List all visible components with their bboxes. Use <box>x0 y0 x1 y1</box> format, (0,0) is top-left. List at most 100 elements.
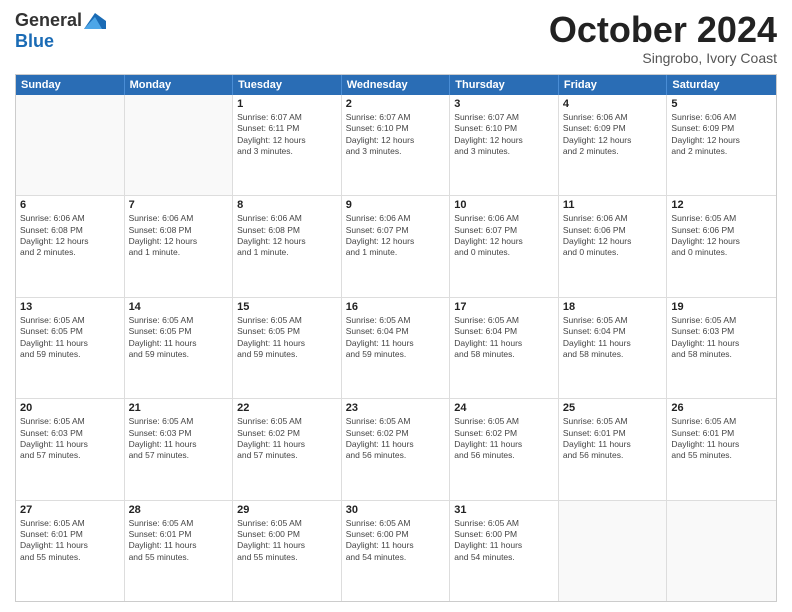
calendar-cell: 12Sunrise: 6:05 AM Sunset: 6:06 PM Dayli… <box>667 196 776 296</box>
weekday-header: Sunday <box>16 75 125 95</box>
calendar-cell: 3 Sunrise: 6:07 AM Sunset: 6:10 PM Daylig… <box>450 95 559 195</box>
day-info: Sunrise: 6:05 AM Sunset: 6:01 PM Dayligh… <box>563 416 663 462</box>
weekday-header: Thursday <box>450 75 559 95</box>
day-number: 7 <box>129 199 229 211</box>
day-info: Sunrise: 6:05 AM Sunset: 6:03 PM Dayligh… <box>671 315 772 361</box>
day-info: Sunrise: 6:07 AM Sunset: 6:10 PM Dayligh… <box>454 112 554 158</box>
calendar-cell: 14 Sunrise: 6:05 AM Sunset: 6:05 PM Dayli… <box>125 298 234 398</box>
day-number: 17 <box>454 301 554 313</box>
calendar-cell: 20 Sunrise: 6:05 AM Sunset: 6:03 PM Dayli… <box>16 399 125 499</box>
day-info: Sunrise: 6:05 AM Sunset: 6:06 PM Dayligh… <box>671 213 772 259</box>
calendar-body: 1 Sunrise: 6:07 AM Sunset: 6:11 PM Daylig… <box>16 95 776 601</box>
day-number: 24 <box>454 402 554 414</box>
calendar-cell: 16Sunrise: 6:05 AM Sunset: 6:04 PM Dayli… <box>342 298 451 398</box>
day-info: Sunrise: 6:05 AM Sunset: 6:00 PM Dayligh… <box>346 518 446 564</box>
calendar-cell: 5 Sunrise: 6:06 AM Sunset: 6:09 PM Daylig… <box>667 95 776 195</box>
month-title: October 2024 <box>549 10 777 50</box>
day-info: Sunrise: 6:07 AM Sunset: 6:11 PM Dayligh… <box>237 112 337 158</box>
day-info: Sunrise: 6:05 AM Sunset: 6:01 PM Dayligh… <box>129 518 229 564</box>
calendar-cell: 9 Sunrise: 6:06 AM Sunset: 6:07 PM Daylig… <box>342 196 451 296</box>
day-info: Sunrise: 6:06 AM Sunset: 6:08 PM Dayligh… <box>129 213 229 259</box>
day-number: 3 <box>454 98 554 110</box>
calendar-cell: 27Sunrise: 6:05 AM Sunset: 6:01 PM Dayli… <box>16 501 125 601</box>
day-number: 6 <box>20 199 120 211</box>
day-number: 5 <box>671 98 772 110</box>
calendar-cell: 26 Sunrise: 6:05 AM Sunset: 6:01 PM Dayli… <box>667 399 776 499</box>
day-number: 21 <box>129 402 229 414</box>
day-number: 14 <box>129 301 229 313</box>
day-number: 15 <box>237 301 337 313</box>
day-number: 26 <box>671 402 772 414</box>
day-info: Sunrise: 6:06 AM Sunset: 6:09 PM Dayligh… <box>563 112 663 158</box>
day-number: 13 <box>20 301 120 313</box>
day-info: Sunrise: 6:05 AM Sunset: 6:01 PM Dayligh… <box>20 518 120 564</box>
calendar-cell: 19 Sunrise: 6:05 AM Sunset: 6:03 PM Dayli… <box>667 298 776 398</box>
day-info: Sunrise: 6:05 AM Sunset: 6:04 PM Dayligh… <box>346 315 446 361</box>
calendar-cell: 30Sunrise: 6:05 AM Sunset: 6:00 PM Dayli… <box>342 501 451 601</box>
calendar-cell-empty <box>559 501 668 601</box>
calendar-cell: 8 Sunrise: 6:06 AM Sunset: 6:08 PM Daylig… <box>233 196 342 296</box>
logo-general: General <box>15 10 82 31</box>
header: General Blue October 2024 Singrobo, Ivor… <box>15 10 777 66</box>
title-section: October 2024 Singrobo, Ivory Coast <box>549 10 777 66</box>
calendar-cell: 7 Sunrise: 6:06 AM Sunset: 6:08 PM Daylig… <box>125 196 234 296</box>
calendar-cell: 13 Sunrise: 6:05 AM Sunset: 6:05 PM Dayli… <box>16 298 125 398</box>
day-info: Sunrise: 6:05 AM Sunset: 6:00 PM Dayligh… <box>454 518 554 564</box>
calendar-cell: 22Sunrise: 6:05 AM Sunset: 6:02 PM Dayli… <box>233 399 342 499</box>
day-info: Sunrise: 6:06 AM Sunset: 6:09 PM Dayligh… <box>671 112 772 158</box>
day-info: Sunrise: 6:06 AM Sunset: 6:07 PM Dayligh… <box>454 213 554 259</box>
calendar-header: SundayMondayTuesdayWednesdayThursdayFrid… <box>16 75 776 95</box>
calendar-cell: 31 Sunrise: 6:05 AM Sunset: 6:00 PM Dayli… <box>450 501 559 601</box>
day-info: Sunrise: 6:06 AM Sunset: 6:06 PM Dayligh… <box>563 213 663 259</box>
day-info: Sunrise: 6:05 AM Sunset: 6:04 PM Dayligh… <box>563 315 663 361</box>
day-number: 9 <box>346 199 446 211</box>
logo: General Blue <box>15 10 106 52</box>
day-number: 28 <box>129 504 229 516</box>
location: Singrobo, Ivory Coast <box>549 50 777 66</box>
calendar-cell: 21Sunrise: 6:05 AM Sunset: 6:03 PM Dayli… <box>125 399 234 499</box>
calendar-cell: 23 Sunrise: 6:05 AM Sunset: 6:02 PM Dayli… <box>342 399 451 499</box>
calendar-cell: 17 Sunrise: 6:05 AM Sunset: 6:04 PM Dayli… <box>450 298 559 398</box>
day-number: 19 <box>671 301 772 313</box>
day-info: Sunrise: 6:06 AM Sunset: 6:08 PM Dayligh… <box>237 213 337 259</box>
calendar-week-row: 1 Sunrise: 6:07 AM Sunset: 6:11 PM Daylig… <box>16 95 776 196</box>
day-number: 11 <box>563 199 663 211</box>
calendar-week-row: 20 Sunrise: 6:05 AM Sunset: 6:03 PM Dayli… <box>16 399 776 500</box>
day-number: 31 <box>454 504 554 516</box>
calendar-cell: 18 Sunrise: 6:05 AM Sunset: 6:04 PM Dayli… <box>559 298 668 398</box>
day-number: 29 <box>237 504 337 516</box>
day-info: Sunrise: 6:05 AM Sunset: 6:02 PM Dayligh… <box>346 416 446 462</box>
day-info: Sunrise: 6:05 AM Sunset: 6:05 PM Dayligh… <box>129 315 229 361</box>
day-number: 1 <box>237 98 337 110</box>
day-info: Sunrise: 6:07 AM Sunset: 6:10 PM Dayligh… <box>346 112 446 158</box>
day-info: Sunrise: 6:05 AM Sunset: 6:00 PM Dayligh… <box>237 518 337 564</box>
day-info: Sunrise: 6:05 AM Sunset: 6:03 PM Dayligh… <box>20 416 120 462</box>
day-number: 8 <box>237 199 337 211</box>
calendar-cell: 28 Sunrise: 6:05 AM Sunset: 6:01 PM Dayli… <box>125 501 234 601</box>
weekday-header: Wednesday <box>342 75 451 95</box>
day-info: Sunrise: 6:05 AM Sunset: 6:02 PM Dayligh… <box>454 416 554 462</box>
day-number: 10 <box>454 199 554 211</box>
day-number: 22 <box>237 402 337 414</box>
day-number: 20 <box>20 402 120 414</box>
calendar-cell-empty <box>125 95 234 195</box>
calendar-cell: 24 Sunrise: 6:05 AM Sunset: 6:02 PM Dayli… <box>450 399 559 499</box>
day-info: Sunrise: 6:05 AM Sunset: 6:01 PM Dayligh… <box>671 416 772 462</box>
calendar-cell-empty <box>667 501 776 601</box>
calendar-cell-empty <box>16 95 125 195</box>
calendar-cell: 10 Sunrise: 6:06 AM Sunset: 6:07 PM Dayli… <box>450 196 559 296</box>
day-info: Sunrise: 6:05 AM Sunset: 6:04 PM Dayligh… <box>454 315 554 361</box>
calendar-cell: 11 Sunrise: 6:06 AM Sunset: 6:06 PM Dayli… <box>559 196 668 296</box>
day-number: 2 <box>346 98 446 110</box>
day-number: 18 <box>563 301 663 313</box>
calendar-cell: 6Sunrise: 6:06 AM Sunset: 6:08 PM Daylig… <box>16 196 125 296</box>
day-info: Sunrise: 6:05 AM Sunset: 6:05 PM Dayligh… <box>20 315 120 361</box>
day-number: 23 <box>346 402 446 414</box>
day-info: Sunrise: 6:05 AM Sunset: 6:05 PM Dayligh… <box>237 315 337 361</box>
calendar-cell: 4Sunrise: 6:06 AM Sunset: 6:09 PM Daylig… <box>559 95 668 195</box>
calendar-cell: 1 Sunrise: 6:07 AM Sunset: 6:11 PM Daylig… <box>233 95 342 195</box>
day-info: Sunrise: 6:06 AM Sunset: 6:07 PM Dayligh… <box>346 213 446 259</box>
calendar-cell: 25Sunrise: 6:05 AM Sunset: 6:01 PM Dayli… <box>559 399 668 499</box>
logo-icon <box>84 13 106 29</box>
page: General Blue October 2024 Singrobo, Ivor… <box>0 0 792 612</box>
